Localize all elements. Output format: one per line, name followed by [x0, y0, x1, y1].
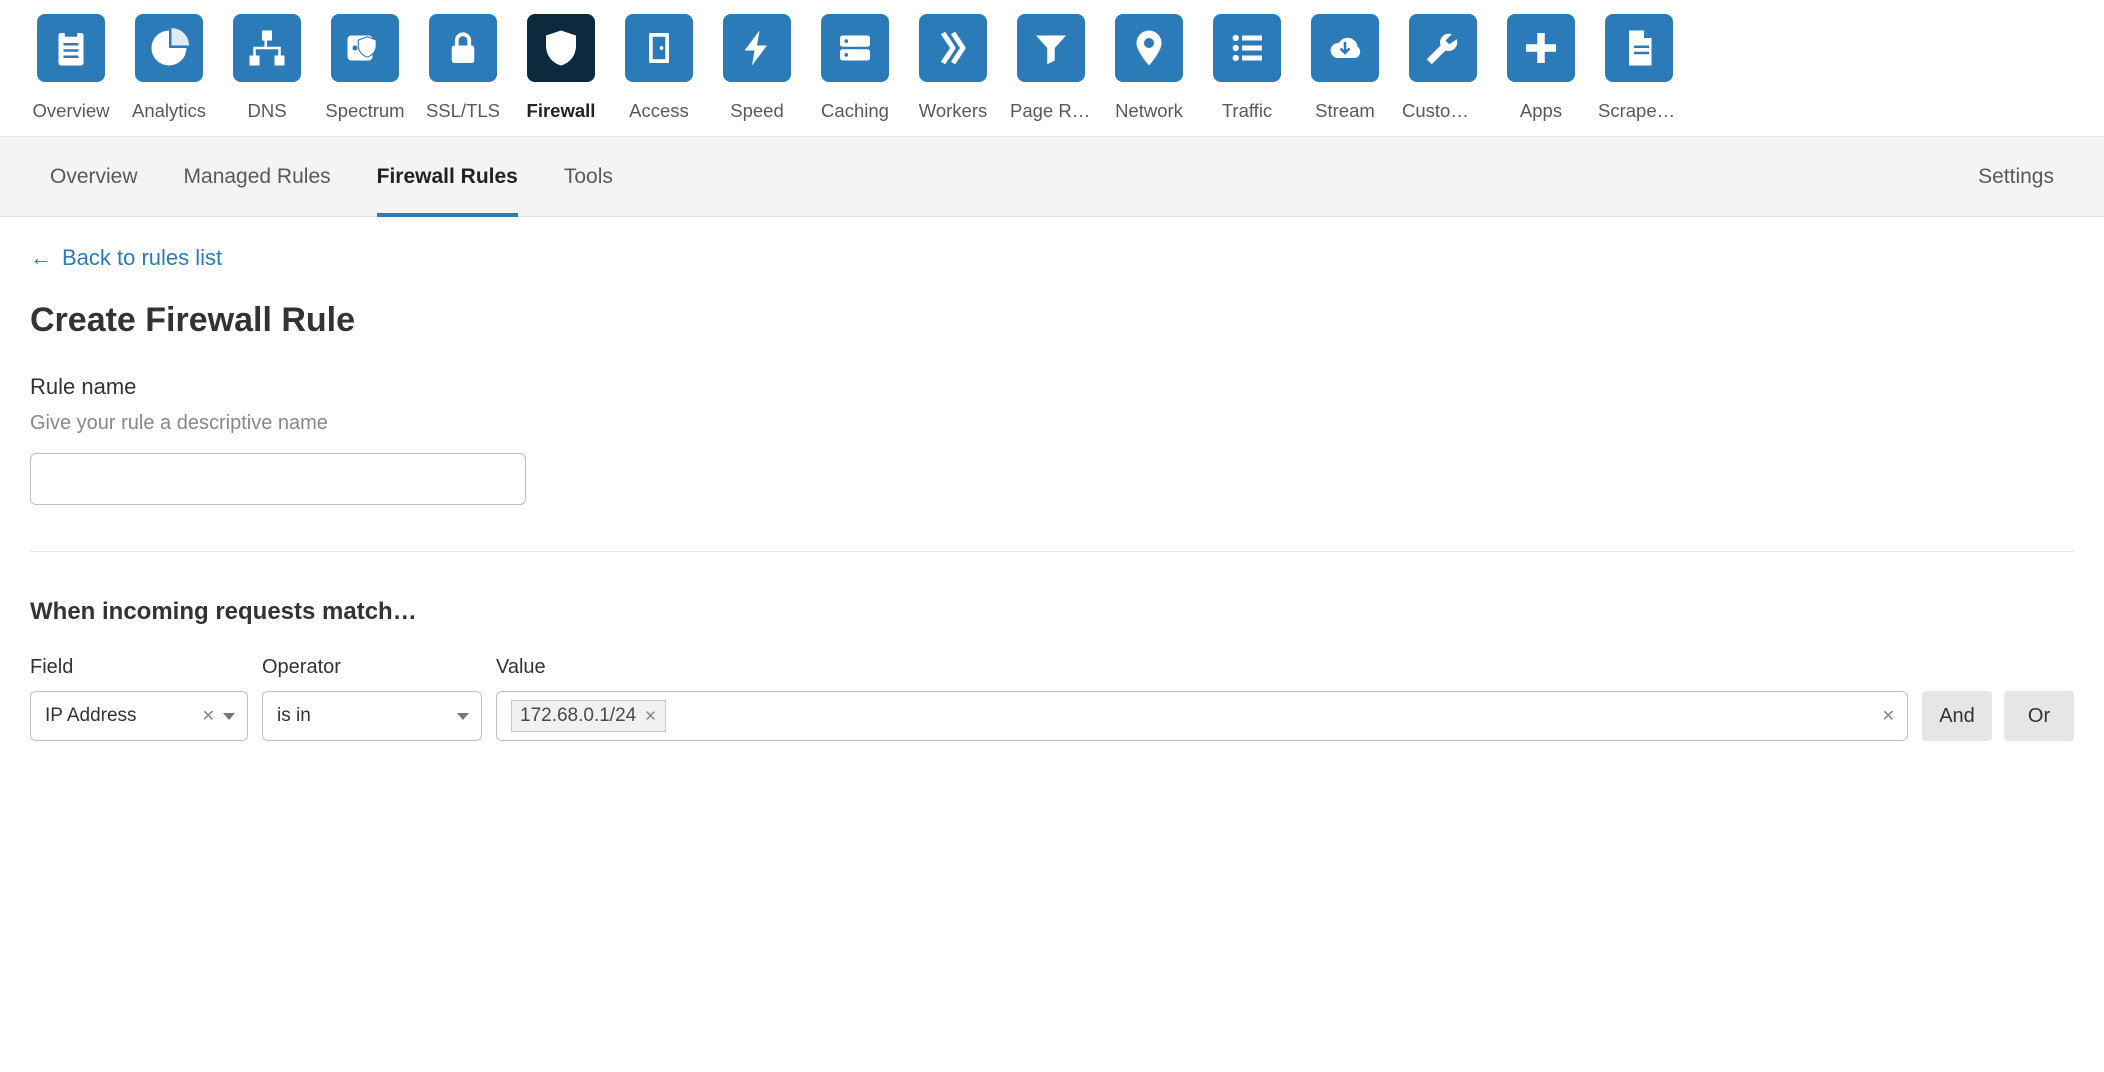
- nav-label: Scrape S…: [1598, 100, 1680, 122]
- chevron-down-icon: [223, 713, 235, 720]
- nav-item-marker[interactable]: Network: [1108, 14, 1190, 136]
- cloud-icon: [1311, 14, 1379, 82]
- value-chip: 172.68.0.1/24 ✕: [511, 700, 666, 732]
- nav-item-workers[interactable]: Workers: [912, 14, 994, 136]
- clipboard-icon: [37, 14, 105, 82]
- content: ← Back to rules list Create Firewall Rul…: [0, 217, 2104, 781]
- field-label: Field: [30, 656, 248, 679]
- list-icon: [1213, 14, 1281, 82]
- back-link-text: Back to rules list: [62, 245, 222, 271]
- nav-item-bolt[interactable]: Speed: [716, 14, 798, 136]
- value-input[interactable]: 172.68.0.1/24 ✕ ✕: [496, 691, 1908, 741]
- field-column: Field IP Address ✕: [30, 656, 248, 741]
- nav-item-plus[interactable]: Apps: [1500, 14, 1582, 136]
- server-shield-icon: [331, 14, 399, 82]
- nav-item-pie[interactable]: Analytics: [128, 14, 210, 136]
- top-nav: Overview Analytics DNS Spectrum SSL/TLS Firew…: [0, 0, 2104, 137]
- back-link[interactable]: ← Back to rules list: [30, 245, 222, 271]
- or-button[interactable]: Or: [2004, 691, 2074, 741]
- value-chip-text: 172.68.0.1/24: [520, 705, 636, 727]
- operator-column: Operator is in: [262, 656, 482, 741]
- value-column: Value 172.68.0.1/24 ✕ ✕: [496, 656, 1908, 741]
- pie-icon: [135, 14, 203, 82]
- arrow-left-icon: ←: [30, 245, 52, 271]
- lock-icon: [429, 14, 497, 82]
- door-icon: [625, 14, 693, 82]
- nav-label: SSL/TLS: [426, 100, 500, 122]
- rule-name-help: Give your rule a descriptive name: [30, 412, 2074, 435]
- field-select-value: IP Address: [45, 705, 202, 727]
- operator-label: Operator: [262, 656, 482, 679]
- nav-item-lock[interactable]: SSL/TLS: [422, 14, 504, 136]
- nav-item-funnel[interactable]: Page Rules: [1010, 14, 1092, 136]
- nav-label: Caching: [821, 100, 889, 122]
- rule-name-field-group: Rule name Give your rule a descriptive n…: [30, 374, 2074, 505]
- nav-label: Speed: [730, 100, 784, 122]
- nav-label: DNS: [247, 100, 286, 122]
- nav-item-server-shield[interactable]: Spectrum: [324, 14, 406, 136]
- sub-tab[interactable]: Firewall Rules: [377, 137, 518, 217]
- nav-label: Overview: [32, 100, 109, 122]
- nav-item-doc[interactable]: Scrape S…: [1598, 14, 1680, 136]
- value-label: Value: [496, 656, 1908, 679]
- chip-remove-icon[interactable]: ✕: [644, 707, 657, 725]
- nav-label: Apps: [1520, 100, 1562, 122]
- nav-item-cloud[interactable]: Stream: [1304, 14, 1386, 136]
- workers-icon: [919, 14, 987, 82]
- and-button[interactable]: And: [1922, 691, 1992, 741]
- nav-label: Workers: [919, 100, 988, 122]
- nav-item-clipboard[interactable]: Overview: [30, 14, 112, 136]
- nav-item-sitemap[interactable]: DNS: [226, 14, 308, 136]
- rule-name-input[interactable]: [30, 453, 526, 505]
- value-clear-icon[interactable]: ✕: [1882, 706, 1895, 726]
- nav-label: Spectrum: [325, 100, 404, 122]
- nav-item-shield[interactable]: Firewall: [520, 14, 602, 136]
- bolt-icon: [723, 14, 791, 82]
- shield-icon: [527, 14, 595, 82]
- sub-tab[interactable]: Tools: [564, 137, 613, 217]
- nav-label: Stream: [1315, 100, 1375, 122]
- nav-label: Access: [629, 100, 689, 122]
- nav-label: Network: [1115, 100, 1183, 122]
- field-select[interactable]: IP Address ✕: [30, 691, 248, 741]
- logic-buttons: And Or: [1922, 691, 2074, 741]
- match-heading: When incoming requests match…: [30, 598, 2074, 626]
- nav-label: Custom P…: [1402, 100, 1484, 122]
- sub-tab[interactable]: Overview: [50, 137, 138, 217]
- sub-tab[interactable]: Managed Rules: [184, 137, 331, 217]
- field-clear-icon[interactable]: ✕: [202, 706, 215, 726]
- nav-item-drive[interactable]: Caching: [814, 14, 896, 136]
- sub-tabs: Overview Managed Rules Firewall Rules Tools…: [0, 137, 2104, 217]
- nav-label: Page Rules: [1010, 100, 1092, 122]
- nav-label: Firewall: [527, 100, 596, 122]
- rule-name-label: Rule name: [30, 374, 2074, 400]
- page-title: Create Firewall Rule: [30, 301, 2074, 340]
- chevron-down-icon: [457, 713, 469, 720]
- plus-icon: [1507, 14, 1575, 82]
- nav-item-wrench[interactable]: Custom P…: [1402, 14, 1484, 136]
- condition-row: Field IP Address ✕ Operator is in Value …: [30, 656, 2074, 741]
- doc-icon: [1605, 14, 1673, 82]
- nav-item-door[interactable]: Access: [618, 14, 700, 136]
- operator-select[interactable]: is in: [262, 691, 482, 741]
- drive-icon: [821, 14, 889, 82]
- funnel-icon: [1017, 14, 1085, 82]
- operator-select-value: is in: [277, 705, 457, 727]
- settings-link[interactable]: Settings: [1978, 165, 2054, 189]
- sitemap-icon: [233, 14, 301, 82]
- nav-label: Analytics: [132, 100, 206, 122]
- divider: [30, 551, 2074, 552]
- marker-icon: [1115, 14, 1183, 82]
- wrench-icon: [1409, 14, 1477, 82]
- nav-label: Traffic: [1222, 100, 1272, 122]
- nav-item-list[interactable]: Traffic: [1206, 14, 1288, 136]
